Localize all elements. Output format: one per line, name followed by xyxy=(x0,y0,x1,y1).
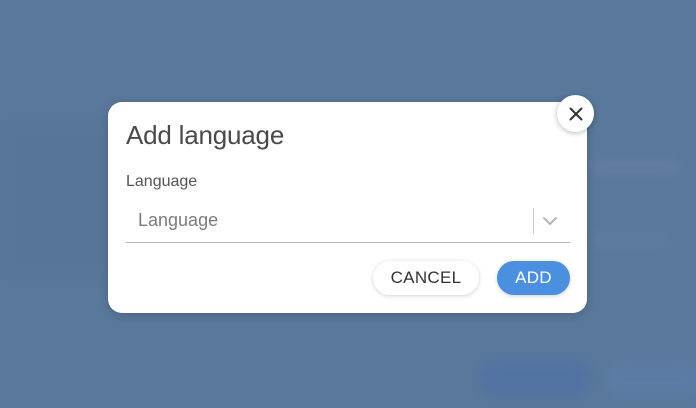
language-select-placeholder: Language xyxy=(138,210,219,230)
select-divider xyxy=(533,208,534,234)
background-button xyxy=(606,362,696,396)
language-select[interactable]: Language xyxy=(126,202,570,243)
background-button xyxy=(480,362,590,396)
modal-backdrop[interactable]: Add language Language Language CANCEL AD… xyxy=(0,0,696,408)
close-icon xyxy=(568,106,584,122)
cancel-button[interactable]: CANCEL xyxy=(373,261,479,295)
chevron-down-icon[interactable] xyxy=(539,212,561,230)
background-panel xyxy=(0,120,110,280)
language-field-label: Language xyxy=(126,173,198,190)
dialog-title: Add language xyxy=(126,120,285,150)
add-language-dialog: Add language Language Language CANCEL AD… xyxy=(108,102,587,313)
background-element xyxy=(590,236,670,246)
close-button[interactable] xyxy=(557,95,594,132)
background-element xyxy=(590,160,680,174)
add-button[interactable]: ADD xyxy=(497,261,570,295)
